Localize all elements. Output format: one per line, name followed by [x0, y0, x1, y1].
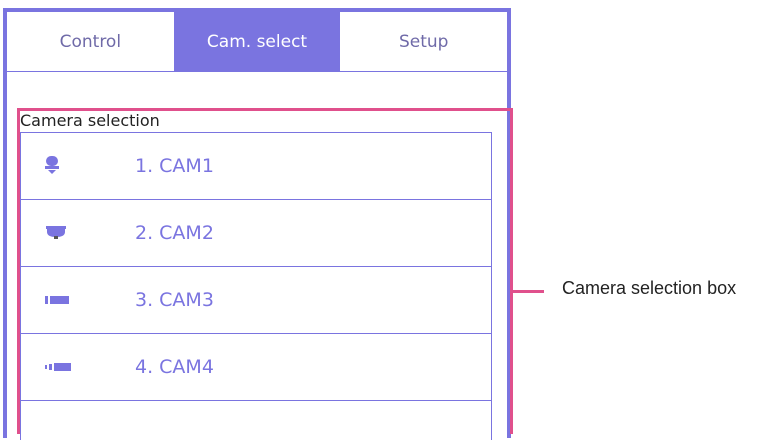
camera-selection-highlight: [17, 108, 513, 434]
tab-cam-select[interactable]: Cam. select: [173, 12, 341, 71]
callout-line: [513, 290, 544, 293]
tab-control[interactable]: Control: [7, 12, 174, 71]
callout-label: Camera selection box: [562, 278, 737, 298]
tab-setup[interactable]: Setup: [340, 12, 508, 71]
tab-bar: Control Cam. select Setup: [7, 12, 508, 72]
